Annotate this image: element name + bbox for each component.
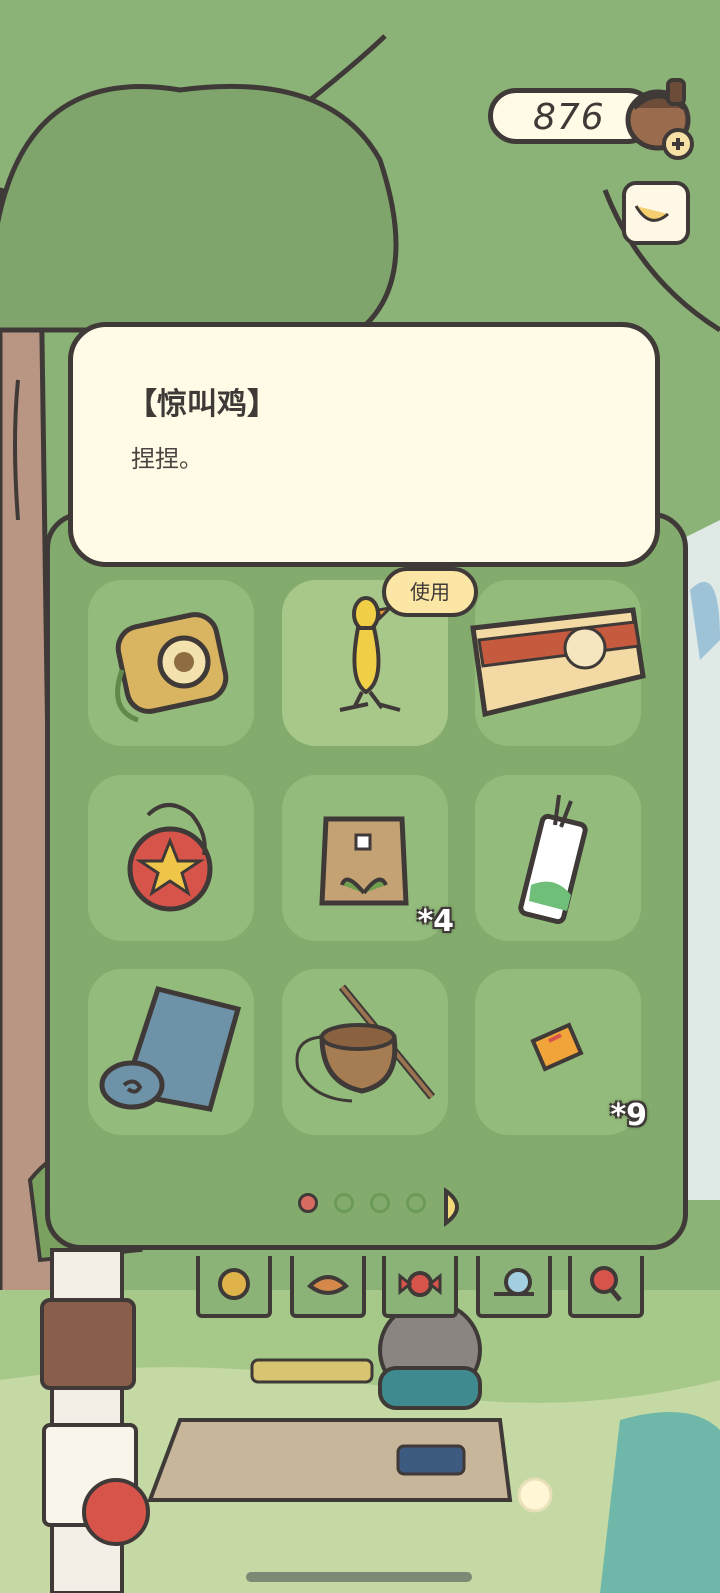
- inventory-slot-bookmark[interactable]: [475, 775, 641, 941]
- boxed-lunch-icon: [470, 607, 646, 718]
- quantity-label: *4: [417, 904, 454, 939]
- candy-icon: [398, 1271, 442, 1297]
- food-icon: [218, 1268, 250, 1300]
- inventory-slot-lunchbox[interactable]: [470, 580, 646, 746]
- inventory-slot-yoyo[interactable]: [88, 775, 254, 941]
- item-title: 【惊叫鸡】: [127, 387, 277, 422]
- inventory-slot-ticket[interactable]: *9: [475, 969, 647, 1135]
- snail-icon: [494, 1268, 534, 1296]
- page-dot-2[interactable]: [334, 1193, 354, 1213]
- item-description: 捏捏。: [131, 445, 203, 473]
- page-dot-4[interactable]: [406, 1193, 426, 1213]
- inventory-slot-camera[interactable]: [88, 580, 254, 746]
- quantity-label: *9: [610, 1098, 647, 1133]
- category-tab-candy[interactable]: [382, 1256, 458, 1318]
- inventory-slot-seedbag[interactable]: *4: [282, 775, 454, 941]
- category-tab-snail[interactable]: [476, 1256, 552, 1318]
- yoyo-icon: [127, 803, 213, 912]
- home-indicator[interactable]: [246, 1572, 472, 1582]
- instant-camera-icon: [115, 612, 229, 723]
- currency-amount: 876: [533, 97, 605, 138]
- item-info-card: 【惊叫鸡】 捏捏。: [68, 322, 660, 567]
- sleeping-mat-icon: [99, 986, 242, 1112]
- magnifier-icon: [590, 1266, 622, 1302]
- next-page-arrow-icon[interactable]: [442, 1187, 472, 1227]
- inventory-slot-mat[interactable]: [88, 969, 254, 1135]
- fishing-basket-icon: [295, 984, 436, 1103]
- category-tab-search[interactable]: [568, 1256, 644, 1318]
- category-tab-bread[interactable]: [290, 1256, 366, 1318]
- bookmark-charm-icon: [518, 794, 588, 925]
- inventory-slot-basket[interactable]: [282, 969, 448, 1135]
- leaf-bread-icon: [306, 1275, 350, 1295]
- use-button[interactable]: 使用: [382, 567, 478, 617]
- page-dot-3[interactable]: [370, 1193, 390, 1213]
- acorn-clover-icon[interactable]: [622, 74, 698, 160]
- category-tab-food[interactable]: [196, 1256, 272, 1318]
- page-dot-1[interactable]: [298, 1193, 318, 1213]
- inventory-panel: *4 *9 使用: [45, 512, 688, 1250]
